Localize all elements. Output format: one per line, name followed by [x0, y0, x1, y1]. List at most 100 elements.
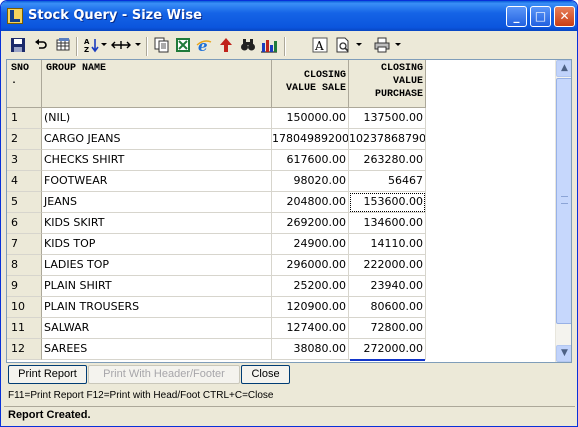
group-name-cell[interactable]: KIDS TOP [42, 234, 272, 255]
closing-value-purchase-cell[interactable]: 56467 [349, 171, 426, 192]
closing-value-purchase-cell[interactable]: 14110.00 [349, 234, 426, 255]
group-name-cell[interactable]: JEANS [42, 192, 272, 213]
closing-value-purchase-cell[interactable]: 153600.00 [349, 192, 426, 213]
closing-value-sale-cell[interactable]: 150000.00 [272, 108, 349, 129]
group-name-cell[interactable]: KIDS SKIRT [42, 213, 272, 234]
closing-value-sale-cell[interactable]: 269200.00 [272, 213, 349, 234]
closing-value-purchase-cell[interactable]: 137500.00 [349, 108, 426, 129]
header-closing-value-sale[interactable]: CLOSING VALUE SALE [272, 60, 349, 108]
closing-value-purchase-cell[interactable]: 23940.00 [349, 276, 426, 297]
grid-icon[interactable] [54, 37, 72, 55]
table-row[interactable]: 3 CHECKS SHIRT 617600.00 263280.00 [7, 150, 427, 171]
sort-dropdown-icon[interactable] [101, 43, 107, 46]
header-closing-value-purchase[interactable]: CLOSING VALUE PURCHASE [349, 60, 426, 108]
scroll-up-icon[interactable]: ▲ [556, 60, 571, 77]
sno-cell[interactable]: 12 [7, 339, 42, 360]
print-dropdown-icon[interactable] [395, 43, 401, 46]
table-row[interactable]: 7 KIDS TOP 24900.00 14110.00 [7, 234, 427, 255]
close-button[interactable]: Close [241, 365, 290, 384]
print-report-button[interactable]: Print Report [8, 365, 87, 384]
sno-cell[interactable]: 1 [7, 108, 42, 129]
table-row[interactable]: 6 KIDS SKIRT 269200.00 134600.00 [7, 213, 427, 234]
closing-value-sale-cell[interactable]: 127400.00 [272, 318, 349, 339]
minimize-button[interactable]: _ [506, 6, 527, 27]
sno-cell[interactable]: 6 [7, 213, 42, 234]
print-with-header-footer-button[interactable]: Print With Header/Footer [88, 365, 240, 384]
table-row[interactable]: 5 JEANS 204800.00 153600.00 [7, 192, 427, 213]
undo-icon[interactable] [32, 37, 50, 55]
header-sno[interactable]: SNO . [7, 60, 42, 108]
group-name-cell[interactable]: CARGO JEANS [42, 129, 272, 150]
closing-value-sale-cell[interactable]: 120900.00 [272, 297, 349, 318]
sort-icon[interactable]: AZ [82, 37, 100, 55]
sno-cell[interactable]: 11 [7, 318, 42, 339]
table-row[interactable]: 4 FOOTWEAR 98020.00 56467 [7, 171, 427, 192]
column-width-dropdown-icon[interactable] [135, 43, 141, 46]
svg-text:A: A [314, 39, 324, 53]
table-row[interactable]: 9 PLAIN SHIRT 25200.00 23940.00 [7, 276, 427, 297]
group-name-cell[interactable]: CHECKS SHIRT [42, 150, 272, 171]
closing-value-sale-cell[interactable]: 204800.00 [272, 192, 349, 213]
maximize-button[interactable]: □ [530, 6, 551, 27]
row-selection-indicator [350, 359, 425, 361]
font-icon[interactable]: A [311, 37, 329, 55]
closing-value-purchase-cell[interactable]: 263280.00 [349, 150, 426, 171]
group-name-cell[interactable]: SAREES [42, 339, 272, 360]
save-icon[interactable] [9, 37, 27, 55]
report-grid[interactable]: SNO . GROUP NAME CLOSING VALUE SALE CLOS… [6, 59, 572, 363]
svg-text:A: A [84, 38, 90, 46]
find-icon[interactable] [239, 37, 257, 55]
vertical-scrollbar[interactable]: ▲ ▼ [555, 60, 571, 362]
excel-icon[interactable] [174, 37, 192, 55]
closing-value-sale-cell[interactable]: 617600.00 [272, 150, 349, 171]
scroll-thumb[interactable] [556, 78, 571, 324]
sno-cell[interactable]: 7 [7, 234, 42, 255]
title-bar[interactable]: Stock Query - Size Wise _ □ ✕ [1, 1, 577, 31]
chart-icon[interactable] [260, 37, 278, 55]
group-name-cell[interactable]: (NIL) [42, 108, 272, 129]
status-text: Report Created. [8, 409, 91, 421]
closing-value-purchase-cell[interactable]: 10237868790. [349, 129, 426, 150]
copy-icon[interactable] [153, 37, 171, 55]
closing-value-sale-cell[interactable]: 24900.00 [272, 234, 349, 255]
table-row[interactable]: 10 PLAIN TROUSERS 120900.00 80600.00 [7, 297, 427, 318]
svg-text:e: e [198, 37, 208, 53]
preview-dropdown-icon[interactable] [356, 43, 362, 46]
column-width-icon[interactable] [110, 37, 132, 55]
closing-value-sale-cell[interactable]: 25200.00 [272, 276, 349, 297]
group-name-cell[interactable]: PLAIN TROUSERS [42, 297, 272, 318]
group-name-cell[interactable]: LADIES TOP [42, 255, 272, 276]
table-row[interactable]: 2 CARGO JEANS 17804989200. 10237868790. [7, 129, 427, 150]
browser-icon[interactable]: e [195, 37, 213, 55]
sno-cell[interactable]: 8 [7, 255, 42, 276]
closing-value-sale-cell[interactable]: 17804989200. [272, 129, 349, 150]
group-name-cell[interactable]: FOOTWEAR [42, 171, 272, 192]
table-row[interactable]: 8 LADIES TOP 296000.00 222000.00 [7, 255, 427, 276]
table-row[interactable]: 11 SALWAR 127400.00 72800.00 [7, 318, 427, 339]
scroll-down-icon[interactable]: ▼ [556, 345, 571, 362]
sno-cell[interactable]: 2 [7, 129, 42, 150]
print-icon[interactable] [373, 37, 391, 55]
group-name-cell[interactable]: PLAIN SHIRT [42, 276, 272, 297]
status-bar: Report Created. [4, 406, 575, 424]
table-row[interactable]: 12 SAREES 38080.00 272000.00 [7, 339, 427, 360]
sno-cell[interactable]: 3 [7, 150, 42, 171]
closing-value-purchase-cell[interactable]: 272000.00 [349, 339, 426, 360]
group-name-cell[interactable]: SALWAR [42, 318, 272, 339]
sno-cell[interactable]: 9 [7, 276, 42, 297]
sno-cell[interactable]: 10 [7, 297, 42, 318]
closing-value-sale-cell[interactable]: 296000.00 [272, 255, 349, 276]
sno-cell[interactable]: 4 [7, 171, 42, 192]
closing-value-purchase-cell[interactable]: 80600.00 [349, 297, 426, 318]
sno-cell[interactable]: 5 [7, 192, 42, 213]
close-window-button[interactable]: ✕ [554, 6, 575, 27]
closing-value-purchase-cell[interactable]: 222000.00 [349, 255, 426, 276]
table-row[interactable]: 1 (NIL) 150000.00 137500.00 [7, 108, 427, 129]
closing-value-purchase-cell[interactable]: 134600.00 [349, 213, 426, 234]
closing-value-sale-cell[interactable]: 38080.00 [272, 339, 349, 360]
preview-icon[interactable] [334, 37, 352, 55]
closing-value-sale-cell[interactable]: 98020.00 [272, 171, 349, 192]
upload-icon[interactable] [217, 37, 235, 55]
closing-value-purchase-cell[interactable]: 72800.00 [349, 318, 426, 339]
header-group-name[interactable]: GROUP NAME [42, 60, 272, 108]
